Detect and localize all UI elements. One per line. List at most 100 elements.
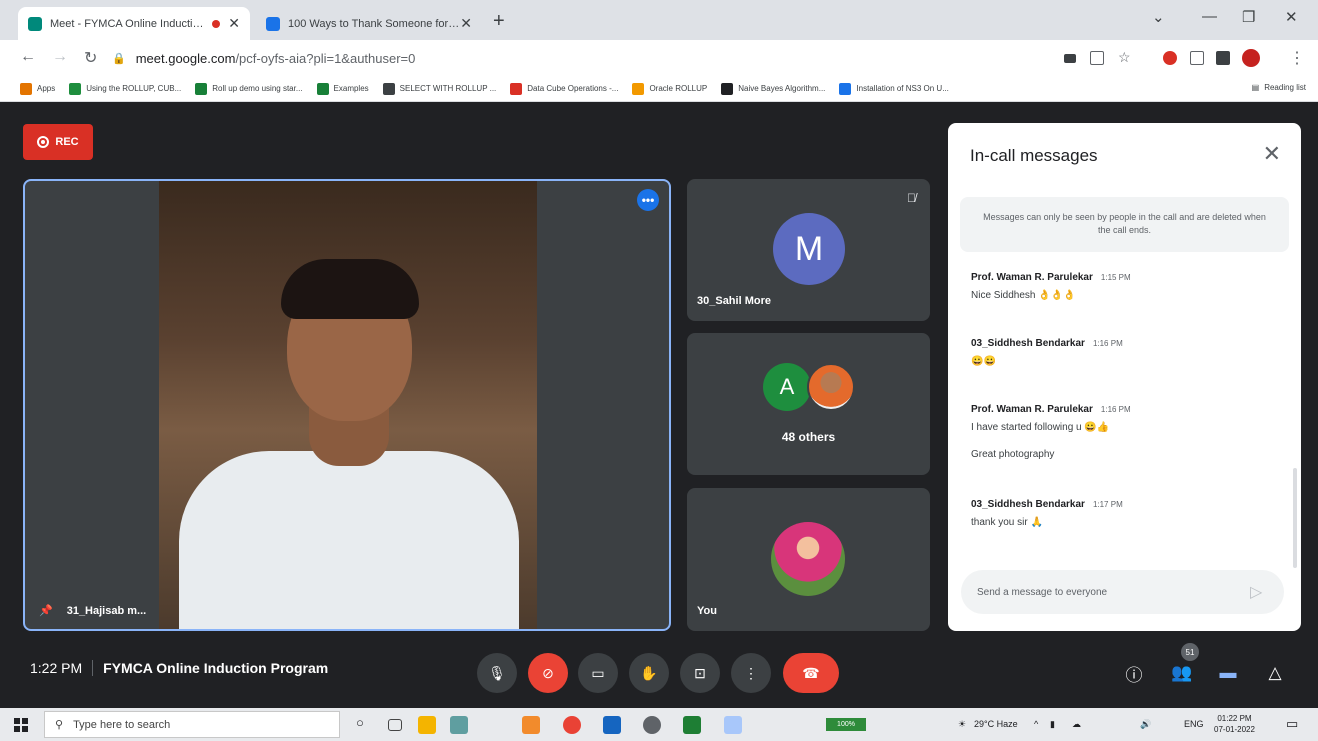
windows-taskbar: ⚲ Type here to search ○ 100% ☀ 29°C Haze… [0, 708, 1318, 741]
network-icon[interactable]: ▮ [1050, 719, 1055, 730]
captions-button[interactable]: ▭ [578, 653, 618, 693]
chat-button[interactable]: ▬ [1214, 659, 1242, 687]
notifications-icon[interactable]: ▭ [1286, 716, 1298, 732]
task-view-icon[interactable] [388, 719, 402, 731]
weather-text[interactable]: 29°C Haze [974, 719, 1018, 729]
main-video-tile[interactable]: ••• 📌 31_Hajisab m... [23, 179, 671, 631]
message-time: 1:16 PM [1100, 405, 1131, 414]
send-icon[interactable]: ▷ [1250, 582, 1262, 602]
bookmark-item[interactable]: Oracle ROLLUP [632, 82, 707, 95]
outlook-icon[interactable] [603, 716, 621, 734]
weather-icon[interactable]: ☀ [958, 719, 966, 730]
bookmark-apps[interactable]: Apps [20, 82, 55, 95]
file-explorer-icon[interactable] [418, 716, 436, 734]
chat-scrollbar[interactable] [1293, 468, 1297, 568]
activities-button[interactable]: △ [1261, 659, 1289, 687]
taskbar-clock[interactable]: 01:22 PM 07-01-2022 [1214, 713, 1255, 735]
show-hidden-icons-icon[interactable]: ^ [1034, 719, 1038, 729]
close-tab-icon[interactable]: ✕ [228, 15, 240, 32]
bookmark-item[interactable]: Naive Bayes Algorithm... [721, 82, 825, 95]
meet-stage: REC ••• 📌 31_Hajisab m... M 🎙̸ 30_Sahil … [0, 103, 1318, 708]
bookmark-item[interactable]: Installation of NS3 On U... [839, 82, 949, 95]
present-icon: ⊡ [694, 664, 706, 681]
app-icon[interactable] [724, 716, 742, 734]
avatar: M [773, 213, 845, 285]
back-icon[interactable]: ← [20, 48, 36, 66]
onedrive-icon[interactable]: ☁ [1072, 719, 1081, 730]
windows-start-icon[interactable] [14, 718, 28, 732]
camera-toggle-button[interactable]: ⊘ [528, 653, 568, 693]
leave-call-button[interactable]: ☎ [783, 653, 839, 693]
tile-options-icon[interactable]: ••• [637, 189, 659, 211]
forward-icon[interactable]: → [52, 48, 68, 66]
close-window-icon[interactable]: ✕ [1285, 8, 1298, 26]
more-options-button[interactable]: ⋮ [731, 653, 771, 693]
rec-label: REC [55, 136, 79, 148]
input-language[interactable]: ENG [1184, 719, 1204, 729]
maximize-icon[interactable]: ❐ [1242, 8, 1255, 26]
recording-badge[interactable]: REC [23, 124, 93, 160]
hang-up-icon: ☎ [802, 664, 820, 681]
extension-icon[interactable] [1190, 51, 1204, 65]
chat-message: Prof. Waman R. Parulekar 1:16 PM I have s… [971, 404, 1131, 460]
message-time: 1:17 PM [1092, 500, 1123, 509]
apps-grid-icon [20, 82, 32, 95]
meeting-info-button[interactable]: ⓘ [1120, 659, 1148, 687]
bookmark-item[interactable]: SELECT WITH ROLLUP ... [382, 82, 496, 95]
bookmark-item[interactable]: Using the ROLLUP, CUB... [69, 82, 181, 95]
address-bar[interactable]: 🔒 meet.google.com /pcf-oyfs-aia?pli=1&au… [112, 45, 1052, 71]
install-app-icon[interactable] [1090, 51, 1104, 65]
taskbar-search[interactable]: ⚲ Type here to search [44, 711, 340, 738]
people-icon: 👥 [1171, 663, 1193, 682]
bookmark-item[interactable]: Roll up demo using star... [195, 82, 303, 95]
people-button[interactable]: 👥 [1168, 659, 1196, 687]
site-icon [839, 82, 852, 95]
raise-hand-button[interactable]: ✋ [629, 653, 669, 693]
record-icon [37, 136, 50, 148]
camera-icon[interactable] [1064, 54, 1076, 63]
present-screen-button[interactable]: ⊡ [680, 653, 720, 693]
close-panel-button[interactable]: ✕ [1263, 141, 1281, 167]
tab-meet[interactable]: Meet - FYMCA Online Induction P ✕ [18, 7, 250, 40]
profile-avatar[interactable] [1242, 49, 1260, 67]
participant-tile-self[interactable]: You [687, 488, 930, 631]
search-icon: ⚲ [55, 719, 64, 731]
puzzle-extensions-icon[interactable] [1216, 51, 1230, 65]
url-path: /pcf-oyfs-aia?pli=1&authuser=0 [235, 50, 416, 66]
chat-message-input[interactable] [961, 570, 1284, 614]
reload-icon[interactable]: ↻ [84, 48, 97, 68]
message-sender: Prof. Waman R. Parulekar [971, 404, 1093, 415]
reading-list[interactable]: ▤ Reading list [1252, 83, 1306, 92]
meeting-time: 1:22 PM [30, 660, 83, 676]
adblock-extension-icon[interactable] [1163, 51, 1177, 65]
reading-list-icon: ▤ [1251, 83, 1260, 92]
minimize-icon[interactable]: — [1202, 8, 1217, 25]
settings-gear-icon[interactable] [643, 716, 661, 734]
bookmark-item[interactable]: Examples [316, 82, 369, 95]
volume-icon[interactable]: 🔊 [1140, 719, 1151, 730]
people-count-badge: 51 [1181, 643, 1199, 661]
app-icon[interactable] [450, 716, 468, 734]
tab-thank-you-article[interactable]: 100 Ways to Thank Someone for Their ✕ [256, 7, 482, 40]
cortana-icon[interactable]: ○ [356, 715, 364, 730]
participant-tile-sahil[interactable]: M 🎙̸ 30_Sahil More [687, 179, 930, 321]
chrome-icon[interactable] [563, 716, 581, 734]
participant-tile-others[interactable]: A 48 others [687, 333, 930, 475]
browser-tab-strip: Meet - FYMCA Online Induction P ✕ 100 Wa… [0, 0, 1318, 40]
tab-title: 100 Ways to Thank Someone for Their [288, 17, 461, 30]
excel-icon[interactable] [683, 716, 701, 734]
message-time: 1:15 PM [1100, 273, 1131, 282]
more-menu-icon[interactable]: ⋮ [1289, 48, 1305, 68]
browser-toolbar: ← → ↻ 🔒 meet.google.com /pcf-oyfs-aia?pl… [0, 40, 1318, 76]
site-favicon-icon [266, 16, 280, 31]
microphone-button[interactable]: 🎙 [477, 653, 517, 693]
bookmark-star-icon[interactable]: ☆ [1118, 49, 1131, 66]
close-tab-icon[interactable]: ✕ [460, 15, 472, 32]
app-icon[interactable] [522, 716, 540, 734]
bookmark-item[interactable]: Data Cube Operations -... [510, 82, 618, 95]
new-tab-icon[interactable]: + [493, 10, 505, 33]
site-icon [382, 82, 395, 95]
tab-search-icon[interactable]: ⌄ [1152, 8, 1165, 26]
bookmark-label: Roll up demo using star... [212, 84, 303, 93]
info-icon: ⓘ [1125, 665, 1143, 685]
